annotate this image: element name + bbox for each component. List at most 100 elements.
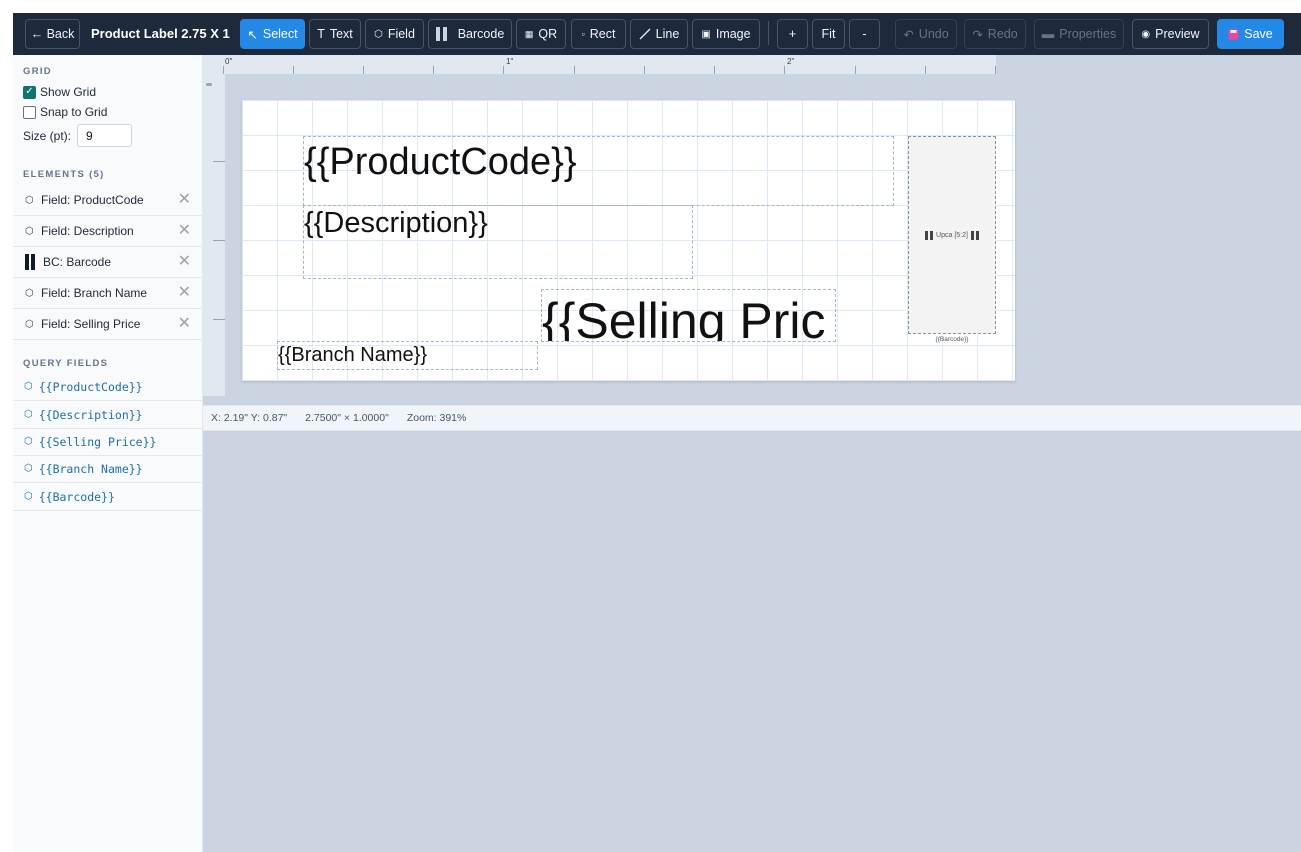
grid-heading: GRID bbox=[23, 66, 52, 77]
barcode-tool-label: Barcode bbox=[457, 27, 505, 41]
field-tool-label: Field bbox=[387, 27, 415, 41]
element-label: Field: Branch Name bbox=[41, 286, 148, 300]
properties-button[interactable]: ▬ Properties bbox=[1034, 19, 1124, 49]
line-icon bbox=[639, 28, 651, 40]
query-field-description[interactable]: ⬡ {{Description}} bbox=[13, 401, 203, 429]
branch-name-field[interactable]: {{Branch Name}} bbox=[277, 341, 538, 370]
ruler-tick bbox=[213, 161, 225, 162]
eye-icon: ◉ bbox=[1141, 28, 1151, 40]
field-icon: ⬡ bbox=[25, 318, 34, 330]
zoom-out-button[interactable]: - bbox=[849, 19, 880, 49]
field-tool-button[interactable]: ⬡ Field bbox=[365, 19, 424, 49]
grid-size-row: Size (pt): 9 bbox=[23, 124, 133, 147]
barcode-element[interactable]: Upca [5:2] bbox=[908, 136, 996, 334]
close-icon[interactable]: ✕ bbox=[178, 285, 191, 301]
back-button[interactable]: ← Back bbox=[25, 19, 80, 49]
show-grid-label: Show Grid bbox=[40, 85, 97, 99]
barcode-icon bbox=[435, 27, 447, 41]
element-item-barcode[interactable]: BC: Barcode ✕ bbox=[13, 247, 203, 278]
zoom-fit-button[interactable]: Fit bbox=[812, 19, 845, 49]
qr-tool-label: QR bbox=[538, 27, 558, 41]
element-label: BC: Barcode bbox=[43, 255, 112, 269]
ruler-tick bbox=[855, 66, 856, 74]
horizontal-ruler: 0" 1" 2" bbox=[203, 55, 996, 74]
preview-label: Preview bbox=[1155, 27, 1200, 41]
query-field-label: {{ProductCode}} bbox=[38, 379, 143, 394]
show-grid-checkbox[interactable]: ✓ Show Grid bbox=[23, 85, 96, 99]
barcode-icon bbox=[925, 230, 934, 240]
query-field-barcode[interactable]: ⬡ {{Barcode}} bbox=[13, 483, 203, 511]
zoom-in-button[interactable]: + bbox=[777, 19, 808, 49]
query-field-branch-name[interactable]: ⬡ {{Branch Name}} bbox=[13, 455, 203, 483]
text-tool-label: Text bbox=[329, 27, 353, 41]
query-field-label: {{Barcode}} bbox=[38, 489, 115, 504]
ruler-tick bbox=[213, 240, 225, 241]
ruler-tick bbox=[995, 66, 996, 74]
barcode-tool-button[interactable]: Barcode bbox=[428, 19, 512, 49]
vertical-ruler bbox=[203, 74, 225, 396]
label-canvas[interactable]: {{ProductCode}} {{Description}} {{Sellin… bbox=[242, 100, 1015, 381]
save-label: Save bbox=[1244, 27, 1273, 41]
undo-button[interactable]: ↶ Undo bbox=[895, 19, 957, 49]
line-tool-button[interactable]: Line bbox=[630, 19, 688, 49]
ruler-label: 0" bbox=[225, 57, 233, 66]
element-item-branch-name[interactable]: ⬡ Field: Branch Name ✕ bbox=[13, 278, 203, 309]
description-field[interactable]: {{Description}} bbox=[303, 205, 693, 279]
close-icon[interactable]: ✕ bbox=[178, 223, 191, 239]
field-icon: ⬡ bbox=[24, 436, 33, 447]
barcode-caption: {{Barcode}} bbox=[935, 336, 969, 343]
query-field-label: {{Selling Price}} bbox=[38, 434, 157, 449]
element-item-product-code[interactable]: ⬡ Field: ProductCode ✕ bbox=[13, 185, 203, 216]
toolbar-divider bbox=[768, 21, 769, 45]
selling-price-field[interactable]: {{Selling Pric bbox=[541, 289, 836, 342]
field-icon: ⬡ bbox=[24, 463, 33, 474]
qr-tool-button[interactable]: ▦ QR bbox=[516, 19, 566, 49]
ruler-tick bbox=[574, 66, 575, 74]
grid-size-label: Size (pt): bbox=[23, 128, 72, 143]
toolbar: ← Back Product Label 2.75 X 1 ↖ Select T… bbox=[13, 13, 1301, 55]
rect-tool-button[interactable]: ▫ Rect bbox=[571, 19, 626, 49]
ruler-tick bbox=[433, 66, 434, 74]
text-tool-button[interactable]: T Text bbox=[309, 19, 361, 49]
rect-tool-label: Rect bbox=[589, 27, 616, 41]
save-icon bbox=[1228, 29, 1239, 40]
select-tool-button[interactable]: ↖ Select bbox=[240, 19, 305, 49]
close-icon[interactable]: ✕ bbox=[178, 254, 191, 270]
field-icon: ⬡ bbox=[25, 225, 34, 237]
elements-heading: ELEMENTS (5) bbox=[23, 169, 105, 180]
close-icon[interactable]: ✕ bbox=[178, 316, 191, 332]
save-button[interactable]: Save bbox=[1217, 19, 1284, 49]
ruler-tick bbox=[714, 66, 715, 74]
grid-size-input[interactable]: 9 bbox=[77, 124, 133, 147]
sidebar: GRID ✓ Show Grid Snap to Grid Size (pt):… bbox=[13, 55, 203, 852]
cursor-icon: ↖ bbox=[247, 27, 258, 42]
field-icon: ⬡ bbox=[374, 28, 383, 40]
barcode-icon bbox=[970, 230, 979, 240]
product-code-field[interactable]: {{ProductCode}} bbox=[303, 136, 894, 206]
redo-icon: ↷ bbox=[972, 27, 983, 42]
checkbox-checked-icon[interactable]: ✓ bbox=[23, 85, 36, 99]
checkbox-unchecked-icon[interactable] bbox=[23, 105, 36, 119]
ruler-tick bbox=[223, 66, 224, 74]
element-item-description[interactable]: ⬡ Field: Description ✕ bbox=[13, 216, 203, 247]
barcode-icon bbox=[25, 254, 41, 270]
field-icon: ⬡ bbox=[25, 287, 34, 299]
ruler-tick bbox=[925, 66, 926, 74]
redo-button[interactable]: ↷ Redo bbox=[964, 19, 1026, 49]
barcode-type-label: Upca [5:2] bbox=[936, 231, 968, 239]
ruler-tick bbox=[363, 66, 364, 74]
image-icon: ▣ bbox=[701, 28, 711, 40]
snap-to-grid-checkbox[interactable]: Snap to Grid bbox=[23, 105, 107, 119]
field-icon: ⬡ bbox=[24, 381, 33, 392]
element-item-selling-price[interactable]: ⬡ Field: Selling Price ✕ bbox=[13, 309, 203, 340]
snap-to-grid-label: Snap to Grid bbox=[40, 105, 108, 119]
preview-button[interactable]: ◉ Preview bbox=[1132, 19, 1209, 49]
query-field-label: {{Branch Name}} bbox=[38, 461, 143, 476]
close-icon[interactable]: ✕ bbox=[178, 192, 191, 208]
field-icon: ⬡ bbox=[24, 491, 33, 502]
zoom-level: Zoom: 391% bbox=[406, 412, 467, 424]
query-field-product-code[interactable]: ⬡ {{ProductCode}} bbox=[13, 373, 203, 401]
undo-icon: ↶ bbox=[903, 27, 914, 42]
query-field-selling-price[interactable]: ⬡ {{Selling Price}} bbox=[13, 428, 203, 456]
image-tool-button[interactable]: ▣ Image bbox=[692, 19, 760, 49]
